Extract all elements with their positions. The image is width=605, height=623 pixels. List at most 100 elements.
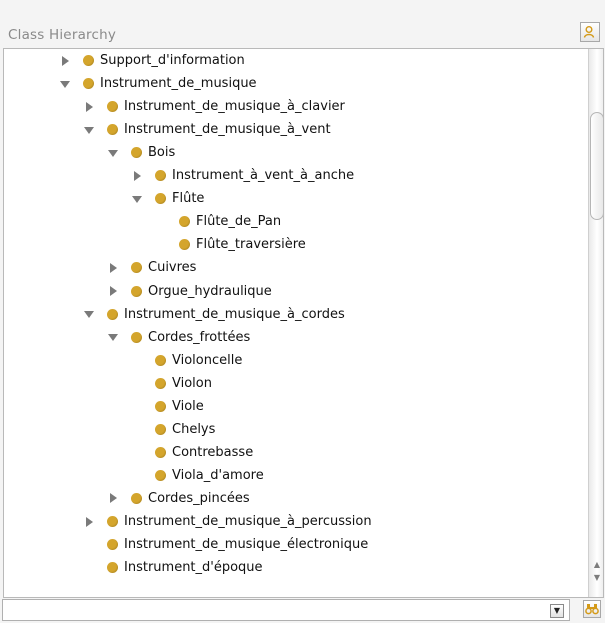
search-combo[interactable]: ▼ bbox=[2, 599, 570, 621]
scroll-down-arrow-icon[interactable]: ▼ bbox=[591, 572, 603, 584]
tree-node[interactable]: Viole bbox=[132, 395, 204, 418]
class-icon bbox=[131, 285, 142, 297]
tree-node[interactable]: Cuivres bbox=[108, 256, 196, 279]
tree-node-label: Flûte_de_Pan bbox=[196, 214, 282, 230]
no-expander bbox=[84, 561, 98, 575]
tree-node-label: Cordes_pincées bbox=[148, 490, 250, 506]
class-icon bbox=[107, 124, 118, 136]
class-icon bbox=[179, 216, 190, 228]
expand-arrow-icon[interactable] bbox=[108, 261, 122, 275]
class-tree[interactable]: Support_d'information Instrument_de_musiq… bbox=[3, 48, 604, 598]
no-expander bbox=[84, 538, 98, 552]
no-expander bbox=[156, 238, 170, 252]
no-expander bbox=[132, 353, 146, 367]
tree-node[interactable]: Instrument_à_vent_à_anche bbox=[132, 164, 354, 187]
tree-node-label: Support_d'information bbox=[100, 53, 245, 68]
tree-node-label: Chelys bbox=[172, 421, 216, 437]
tree-node-label: Bois bbox=[148, 145, 176, 161]
collapse-arrow-icon[interactable] bbox=[108, 146, 122, 160]
class-icon bbox=[131, 492, 142, 504]
class-icon bbox=[131, 331, 142, 343]
tree-node-label: Cuivres bbox=[148, 260, 197, 276]
tree-node-label: Instrument_d'époque bbox=[124, 560, 263, 576]
tree-node-label: Instrument_de_musique_électronique bbox=[124, 537, 369, 553]
find-button[interactable] bbox=[583, 600, 601, 618]
tree-node[interactable]: Bois bbox=[108, 141, 175, 164]
class-icon bbox=[155, 469, 166, 481]
panel-header: Class Hierarchy bbox=[0, 22, 605, 48]
tree-node-label: Instrument_de_musique bbox=[100, 76, 257, 92]
class-icon bbox=[155, 193, 166, 205]
collapse-arrow-icon[interactable] bbox=[84, 123, 98, 137]
expand-arrow-icon[interactable] bbox=[108, 491, 122, 505]
class-hierarchy-panel: Class Hierarchy Support_d'information Ins… bbox=[0, 0, 605, 623]
tree-node[interactable]: Violon bbox=[132, 372, 212, 395]
person-search-icon bbox=[583, 26, 595, 38]
no-expander bbox=[132, 445, 146, 459]
no-expander bbox=[132, 376, 146, 390]
expand-arrow-icon[interactable] bbox=[84, 100, 98, 114]
class-icon bbox=[131, 147, 142, 159]
tree-node-label: Instrument_à_vent_à_anche bbox=[172, 168, 355, 184]
tree-node[interactable]: Cordes_frottées bbox=[108, 326, 250, 349]
expand-arrow-icon[interactable] bbox=[108, 284, 122, 298]
collapse-arrow-icon[interactable] bbox=[132, 192, 146, 206]
class-icon bbox=[131, 262, 142, 274]
tree-node-label: Flûte bbox=[172, 191, 205, 207]
scroll-up-arrow-icon[interactable]: ▲ bbox=[591, 559, 603, 571]
tree-node[interactable]: Flûte bbox=[132, 187, 204, 210]
class-icon bbox=[155, 377, 166, 389]
tree-node[interactable]: Instrument_de_musique_à_cordes bbox=[84, 303, 345, 326]
person-search-button[interactable] bbox=[580, 22, 600, 42]
tree-node[interactable]: Flûte_de_Pan bbox=[156, 210, 281, 233]
no-expander bbox=[132, 468, 146, 482]
tree-node-label: Orgue_hydraulique bbox=[148, 283, 272, 299]
collapse-arrow-icon[interactable] bbox=[60, 77, 74, 91]
tree-node[interactable]: Chelys bbox=[132, 418, 215, 441]
tree-node[interactable]: Instrument_de_musique bbox=[60, 72, 257, 95]
tree-node-label: Instrument_de_musique_à_percussion bbox=[124, 514, 372, 529]
class-icon bbox=[107, 308, 118, 320]
tree-node[interactable]: Instrument_de_musique_à_vent bbox=[84, 118, 331, 141]
tree-node[interactable]: Instrument_d'époque bbox=[84, 556, 263, 579]
tree-node-label: Violoncelle bbox=[172, 352, 243, 368]
panel-title: Class Hierarchy bbox=[8, 27, 117, 43]
expand-arrow-icon[interactable] bbox=[132, 169, 146, 183]
tree-node-label: Violon bbox=[172, 375, 212, 391]
tree-node-label: Cordes_frottées bbox=[148, 329, 251, 345]
scrollbar-thumb[interactable] bbox=[590, 112, 603, 220]
tree-node-label: Instrument_de_musique_à_cordes bbox=[124, 306, 345, 322]
vertical-scrollbar[interactable]: ▲ ▼ bbox=[588, 49, 603, 597]
collapse-arrow-icon[interactable] bbox=[108, 330, 122, 344]
tree-node-label: Viola_d'amore bbox=[172, 467, 264, 483]
class-icon bbox=[155, 354, 166, 366]
tree-node-label: Instrument_de_musique_à_vent bbox=[124, 122, 331, 138]
tree-node[interactable]: Instrument_de_musique_électronique bbox=[84, 533, 368, 556]
combo-dropdown-arrow-icon[interactable]: ▼ bbox=[550, 604, 564, 618]
tree-node[interactable]: Flûte_traversière bbox=[156, 233, 306, 256]
tree-node[interactable]: Instrument_de_musique_à_clavier bbox=[84, 95, 345, 118]
tree-node-label: Flûte_traversière bbox=[196, 237, 306, 253]
expand-arrow-icon[interactable] bbox=[84, 515, 98, 529]
panel-footer: ▼ bbox=[0, 598, 605, 623]
tree-node[interactable]: Support_d'information bbox=[60, 49, 245, 72]
class-icon bbox=[155, 400, 166, 412]
no-expander bbox=[156, 215, 170, 229]
tree-node[interactable]: Contrebasse bbox=[132, 441, 253, 464]
collapse-arrow-icon[interactable] bbox=[84, 307, 98, 321]
tree-node[interactable]: Viola_d'amore bbox=[132, 464, 264, 487]
class-icon bbox=[155, 170, 166, 182]
tree-node[interactable]: Violoncelle bbox=[132, 349, 242, 372]
no-expander bbox=[132, 422, 146, 436]
tree-node[interactable]: Orgue_hydraulique bbox=[108, 280, 272, 303]
class-icon bbox=[107, 539, 118, 551]
tree-node[interactable]: Cordes_pincées bbox=[108, 487, 250, 510]
no-expander bbox=[132, 399, 146, 413]
class-icon bbox=[83, 55, 94, 66]
tree-node-label: Contrebasse bbox=[172, 444, 254, 460]
tree-node[interactable]: Instrument_de_musique_à_percussion bbox=[84, 510, 372, 533]
expand-arrow-icon[interactable] bbox=[60, 54, 74, 68]
class-icon bbox=[107, 516, 118, 527]
class-icon bbox=[155, 446, 166, 458]
binoculars-icon bbox=[585, 604, 599, 615]
